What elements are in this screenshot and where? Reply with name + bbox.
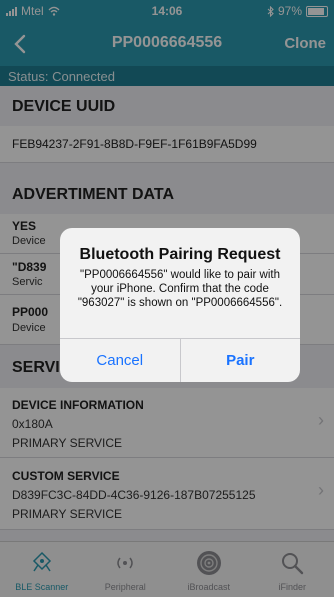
- cancel-button[interactable]: Cancel: [60, 339, 180, 382]
- pairing-alert: Bluetooth Pairing Request "PP0006664556"…: [60, 228, 300, 382]
- pair-button[interactable]: Pair: [179, 339, 301, 382]
- alert-actions: Cancel Pair: [60, 338, 300, 382]
- alert-message: "PP0006664556" would like to pair with y…: [77, 269, 283, 309]
- alert-title: Bluetooth Pairing Request: [79, 246, 281, 263]
- screen: Mtel 14:06 97% PP0006664556 Clone Status…: [0, 0, 334, 597]
